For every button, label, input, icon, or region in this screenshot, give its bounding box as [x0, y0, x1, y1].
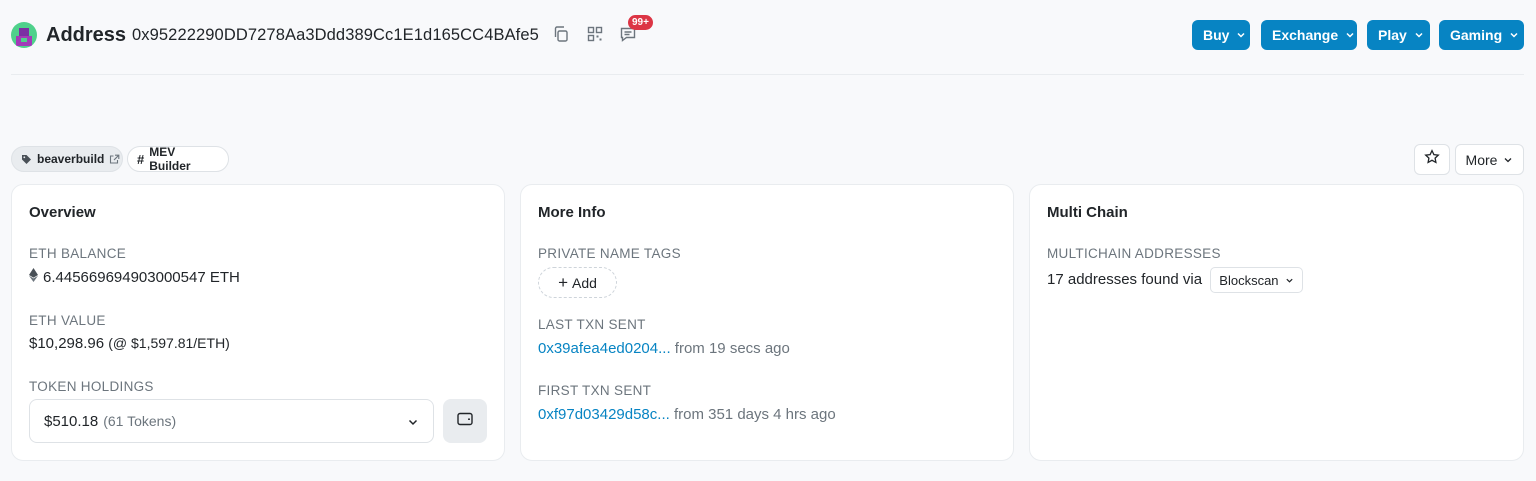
multichain-found-text: 17 addresses found via — [1047, 270, 1203, 288]
eth-price: (@ $1,597.81/ETH) — [108, 335, 230, 351]
buy-menu-label: Buy — [1203, 27, 1230, 43]
add-private-tag-button[interactable]: + Add — [538, 267, 617, 298]
gaming-menu-label: Gaming — [1450, 27, 1503, 43]
label-tag-label: MEV Builder — [149, 145, 191, 173]
eth-balance-amount: 6.445669694903000547 ETH — [43, 268, 240, 286]
chevron-down-icon — [407, 415, 419, 432]
blockscan-label: Blockscan — [1219, 272, 1279, 288]
qr-code-icon[interactable] — [586, 25, 604, 43]
overview-card: Overview ETH BALANCE 6.44566969490300054… — [11, 184, 505, 461]
comment-count-badge: 99+ — [628, 15, 653, 30]
exchange-menu-button[interactable]: Exchange — [1261, 20, 1357, 50]
last-txn-time: from 19 secs ago — [674, 340, 790, 357]
more-button[interactable]: More — [1455, 144, 1524, 175]
last-txn-sent: 0x39afea4ed0204... from 19 secs ago — [538, 340, 790, 357]
wallet-icon — [457, 412, 473, 431]
chevron-down-icon — [1414, 30, 1424, 40]
first-txn-sent-label: FIRST TXN SENT — [538, 383, 652, 398]
play-menu-label: Play — [1378, 27, 1407, 43]
multichain-addresses-label: MULTICHAIN ADDRESSES — [1047, 246, 1221, 261]
token-holdings-label: TOKEN HOLDINGS — [29, 379, 154, 394]
external-link-icon — [109, 154, 120, 165]
page-title: Address — [46, 24, 127, 46]
tag-icon — [21, 154, 32, 165]
copy-icon[interactable] — [552, 25, 570, 43]
token-wallet-button[interactable] — [443, 399, 487, 443]
add-label: Add — [572, 274, 597, 291]
star-icon — [1424, 149, 1440, 170]
favorite-button[interactable] — [1414, 144, 1450, 175]
last-txn-sent-label: LAST TXN SENT — [538, 317, 646, 332]
eth-value-amount: $10,298.96 — [29, 335, 105, 352]
chevron-down-icon — [1285, 273, 1294, 288]
page-header: Address 0x95222290DD7278Aa3Ddd389Cc1E1d1… — [11, 0, 1524, 75]
first-txn-time: from 351 days 4 hrs ago — [673, 406, 836, 423]
hash-icon: # — [137, 151, 145, 167]
gaming-menu-button[interactable]: Gaming — [1439, 20, 1524, 50]
more-label: More — [1465, 151, 1498, 168]
token-count: (61 Tokens) — [103, 413, 177, 429]
label-tag-mev-builder[interactable]: # MEV Builder — [127, 145, 229, 173]
token-holdings-dropdown[interactable]: $510.18 (61 Tokens) — [29, 399, 434, 443]
address-hash: 0x95222290DD7278Aa3Ddd389Cc1E1d165CC4BAf… — [132, 26, 539, 44]
name-tag-beaverbuild[interactable]: beaverbuild — [11, 146, 123, 172]
eth-value-label: ETH VALUE — [29, 313, 106, 328]
eth-value: $10,298.96 (@ $1,597.81/ETH) — [29, 335, 230, 352]
private-name-tags-label: PRIVATE NAME TAGS — [538, 246, 681, 261]
more-info-card: More Info PRIVATE NAME TAGS + Add LAST T… — [520, 184, 1014, 461]
eth-balance-label: ETH BALANCE — [29, 246, 127, 261]
ethereum-icon — [29, 268, 38, 286]
multi-chain-title: Multi Chain — [1047, 204, 1128, 221]
name-tag-label: beaverbuild — [37, 152, 105, 166]
chevron-down-icon — [1345, 30, 1355, 40]
exchange-menu-label: Exchange — [1272, 27, 1339, 43]
blockscan-dropdown[interactable]: Blockscan — [1210, 267, 1303, 293]
chevron-down-icon — [1509, 30, 1519, 40]
overview-title: Overview — [29, 204, 96, 221]
play-menu-button[interactable]: Play — [1367, 20, 1430, 50]
first-txn-sent: 0xf97d03429d58c... from 351 days 4 hrs a… — [538, 406, 836, 423]
first-txn-hash-link[interactable]: 0xf97d03429d58c... — [538, 406, 670, 423]
chevron-down-icon — [1503, 152, 1513, 168]
plus-icon: + — [558, 272, 568, 292]
chevron-down-icon — [1236, 30, 1246, 40]
eth-balance-value: 6.445669694903000547 ETH — [29, 268, 240, 286]
buy-menu-button[interactable]: Buy — [1192, 20, 1250, 50]
token-holdings-value: $510.18 — [44, 412, 99, 430]
last-txn-hash-link[interactable]: 0x39afea4ed0204... — [538, 340, 671, 357]
multi-chain-card: Multi Chain MULTICHAIN ADDRESSES 17 addr… — [1029, 184, 1524, 461]
more-info-title: More Info — [538, 204, 606, 221]
multichain-addresses: 17 addresses found via Blockscan — [1047, 267, 1303, 293]
address-avatar — [11, 22, 37, 48]
